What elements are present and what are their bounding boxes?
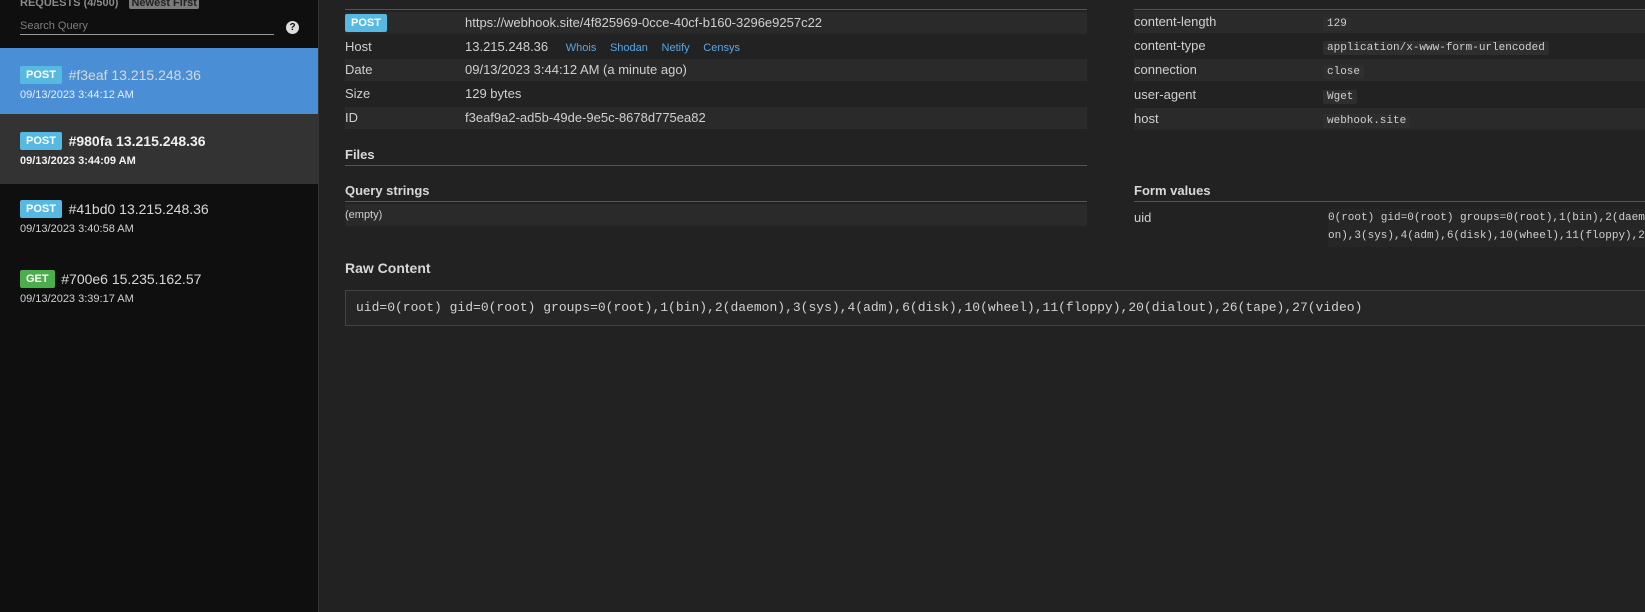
divider — [345, 201, 1087, 202]
request-title: #700e6 15.235.162.57 — [61, 271, 202, 287]
header-row: connection close — [1134, 59, 1645, 81]
header-row: user-agent Wget — [1134, 84, 1645, 106]
help-icon[interactable]: ? — [286, 21, 299, 34]
size-value: 129 bytes — [465, 86, 522, 101]
header-row: content-length 129 — [1134, 11, 1645, 33]
request-item[interactable]: GET #700e6 15.235.162.57 09/13/2023 3:39… — [0, 252, 318, 322]
detail-row-id: ID f3eaf9a2-ad5b-49de-9e5c-8678d775ea82 — [345, 107, 1087, 129]
header-key: user-agent — [1134, 87, 1197, 102]
form-values-title: Form values — [1134, 183, 1211, 198]
raw-content-title: Raw Content — [345, 260, 431, 276]
header-key: content-length — [1134, 14, 1217, 29]
request-time: 09/13/2023 3:40:58 AM — [20, 223, 134, 235]
request-url-link[interactable]: https://webhook.site/4f825969-0cce-40cf-… — [465, 15, 822, 30]
request-title: #41bd0 13.215.248.36 — [68, 201, 209, 217]
request-item[interactable]: POST #41bd0 13.215.248.36 09/13/2023 3:4… — [0, 182, 318, 252]
header-key: connection — [1134, 62, 1197, 77]
search-input[interactable] — [20, 17, 274, 35]
shodan-link[interactable]: Shodan — [610, 42, 648, 54]
header-key: content-type — [1134, 38, 1206, 53]
censys-link[interactable]: Censys — [703, 42, 740, 54]
netify-link[interactable]: Netify — [662, 42, 690, 54]
files-title: Files — [345, 147, 375, 162]
header-value: Wget — [1323, 90, 1358, 104]
detail-row-size: Size 129 bytes — [345, 83, 1087, 105]
divider — [1134, 9, 1645, 10]
request-item[interactable]: POST #f3eaf 13.215.248.36 09/13/2023 3:4… — [0, 48, 318, 118]
form-value: 0(root) gid=0(root) groups=0(root),1(bin… — [1328, 209, 1645, 247]
divider — [1134, 201, 1645, 202]
header-value: 129 — [1323, 17, 1351, 31]
header-value: webhook.site — [1323, 114, 1411, 128]
request-time: 09/13/2023 3:44:12 AM — [20, 89, 134, 101]
query-strings-row: (empty) — [345, 204, 1087, 226]
detail-row-date: Date 09/13/2023 3:44:12 AM (a minute ago… — [345, 59, 1087, 81]
form-key: uid — [1134, 210, 1152, 225]
id-value: f3eaf9a2-ad5b-49de-9e5c-8678d775ea82 — [465, 110, 706, 125]
request-time: 09/13/2023 3:39:17 AM — [20, 293, 134, 305]
divider — [345, 9, 1087, 10]
id-label: ID — [345, 110, 358, 125]
header-value: application/x-www-form-urlencoded — [1323, 41, 1549, 55]
method-badge: POST — [20, 200, 62, 218]
request-title: #f3eaf 13.215.248.36 — [68, 67, 201, 83]
requests-count-label: REQUESTS (4/500) — [20, 0, 119, 9]
host-value: 13.215.248.36 Whois Shodan Netify Censys — [465, 39, 740, 54]
method-badge: GET — [20, 270, 55, 288]
request-title: #980fa 13.215.248.36 — [68, 133, 206, 149]
raw-content-box[interactable]: uid=0(root) gid=0(root) groups=0(root),1… — [345, 290, 1645, 326]
method-badge: POST — [20, 132, 62, 150]
header-row: host webhook.site — [1134, 108, 1645, 130]
host-ip: 13.215.248.36 — [465, 39, 549, 54]
request-item[interactable]: POST #980fa 13.215.248.36 09/13/2023 3:4… — [0, 114, 318, 184]
detail-row-host: Host 13.215.248.36 Whois Shodan Netify C… — [345, 36, 1087, 58]
header-value: close — [1323, 65, 1365, 79]
request-time: 09/13/2023 3:44:09 AM — [20, 155, 136, 167]
whois-link[interactable]: Whois — [566, 42, 597, 54]
method-badge: POST — [20, 66, 62, 84]
date-value: 09/13/2023 3:44:12 AM (a minute ago) — [465, 62, 687, 77]
host-label: Host — [345, 39, 372, 54]
detail-row-url: POST https://webhook.site/4f825969-0cce-… — [345, 12, 1087, 34]
query-strings-title: Query strings — [345, 183, 430, 198]
size-label: Size — [345, 86, 371, 101]
requests-header: REQUESTS (4/500) Newest First — [20, 0, 199, 11]
divider — [345, 165, 1087, 166]
search-box — [20, 17, 274, 35]
sort-toggle[interactable]: Newest First — [129, 0, 199, 9]
date-label: Date — [345, 62, 373, 77]
header-key: host — [1134, 111, 1159, 126]
requests-sidebar: REQUESTS (4/500) Newest First ? POST #f3… — [0, 0, 319, 612]
header-row: content-type application/x-www-form-urle… — [1134, 35, 1645, 57]
method-badge: POST — [345, 14, 387, 32]
query-strings-empty: (empty) — [345, 209, 383, 221]
